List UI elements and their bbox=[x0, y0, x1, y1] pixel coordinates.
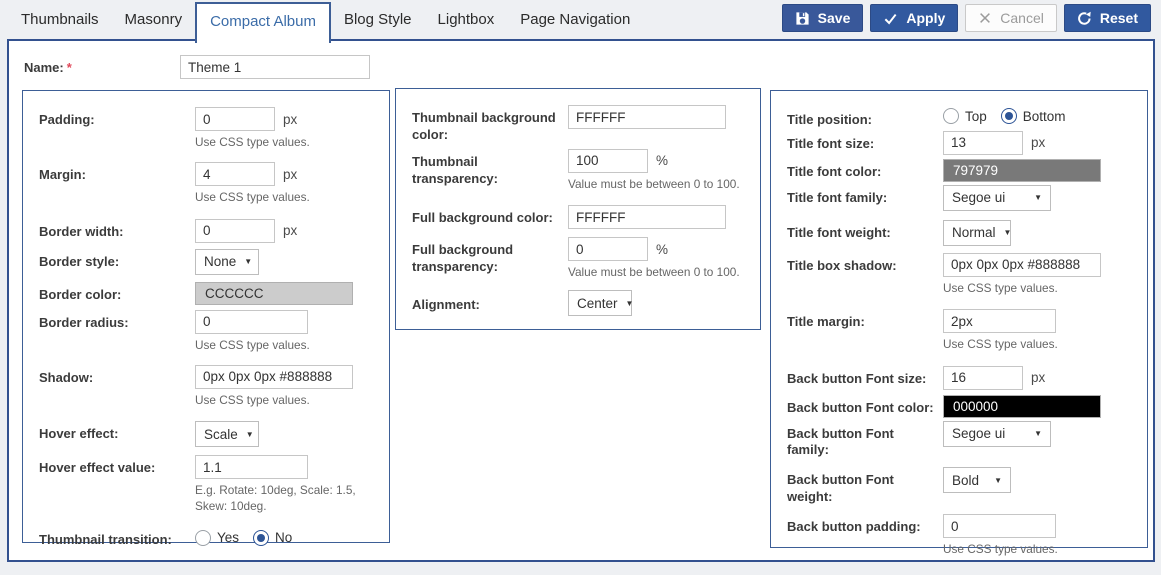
panel-title-style: Title position: Top Bottom Title font si… bbox=[770, 90, 1148, 548]
shadow-input[interactable] bbox=[195, 365, 353, 389]
title-box-shadow-input[interactable] bbox=[943, 253, 1101, 277]
title-font-size-input[interactable] bbox=[943, 131, 1023, 155]
back-font-color-swatch[interactable]: 000000 bbox=[943, 395, 1101, 418]
name-input[interactable] bbox=[180, 55, 370, 79]
save-icon bbox=[795, 11, 810, 26]
field-border-width: Border width: px bbox=[39, 219, 389, 243]
refresh-icon bbox=[1077, 11, 1092, 26]
full-bg-color-input[interactable] bbox=[568, 205, 726, 229]
chevron-down-icon: ▼ bbox=[626, 299, 634, 308]
thumb-transparency-input[interactable] bbox=[568, 149, 648, 173]
hover-effect-select[interactable]: Scale ▼ bbox=[195, 421, 259, 447]
margin-input[interactable] bbox=[195, 162, 275, 186]
transition-yes-radio[interactable] bbox=[195, 530, 211, 546]
chevron-down-icon: ▼ bbox=[1034, 193, 1042, 202]
field-back-font-family: Back button Font family: Segoe ui ▼ bbox=[787, 421, 1147, 460]
back-padding-input[interactable] bbox=[943, 514, 1056, 538]
field-back-padding: Back button padding: Use CSS type values… bbox=[787, 514, 1147, 557]
field-name: Name:* bbox=[9, 41, 1153, 79]
tab-compact-album[interactable]: Compact Album bbox=[195, 2, 331, 43]
name-label: Name: bbox=[24, 60, 64, 75]
apply-button[interactable]: Apply bbox=[870, 4, 958, 32]
field-border-radius: Border radius: Use CSS type values. bbox=[39, 310, 389, 353]
transition-no-radio[interactable] bbox=[253, 530, 269, 546]
field-hover-effect-value: Hover effect value: E.g. Rotate: 10deg, … bbox=[39, 455, 389, 514]
field-border-style: Border style: None ▼ bbox=[39, 249, 389, 275]
check-icon bbox=[883, 11, 898, 26]
field-thumb-transparency: Thumbnail transparency: % Value must be … bbox=[412, 149, 760, 192]
border-width-input[interactable] bbox=[195, 219, 275, 243]
border-color-swatch[interactable]: CCCCCC bbox=[195, 282, 353, 305]
tab-bar: Thumbnails Masonry Compact Album Blog St… bbox=[8, 0, 643, 41]
field-full-transparency: Full background transparency: % Value mu… bbox=[412, 237, 760, 280]
field-title-font-color: Title font color: 797979 bbox=[787, 159, 1147, 182]
tab-lightbox[interactable]: Lightbox bbox=[425, 0, 508, 41]
field-full-bg-color: Full background color: bbox=[412, 205, 760, 229]
padding-input[interactable] bbox=[195, 107, 275, 131]
border-radius-input[interactable] bbox=[195, 310, 308, 334]
field-title-font-family: Title font family: Segoe ui ▼ bbox=[787, 185, 1147, 211]
thumb-bg-color-input[interactable] bbox=[568, 105, 726, 129]
full-transparency-input[interactable] bbox=[568, 237, 648, 261]
back-font-family-select[interactable]: Segoe ui ▼ bbox=[943, 421, 1051, 447]
field-back-font-size: Back button Font size: px bbox=[787, 366, 1147, 390]
header-bar: Thumbnails Masonry Compact Album Blog St… bbox=[0, 0, 1161, 39]
field-shadow: Shadow: Use CSS type values. bbox=[39, 365, 389, 408]
field-back-font-weight: Back button Font weight: Bold ▼ bbox=[787, 467, 1147, 506]
field-padding: Padding: px Use CSS type values. bbox=[39, 107, 389, 150]
title-position-top-radio[interactable] bbox=[943, 108, 959, 124]
tab-blog-style[interactable]: Blog Style bbox=[331, 0, 425, 41]
field-thumb-bg-color: Thumbnail background color: bbox=[412, 105, 760, 144]
field-thumbnail-transition: Thumbnail transition: Yes No bbox=[39, 527, 389, 549]
field-back-font-color: Back button Font color: 000000 bbox=[787, 395, 1147, 418]
theme-settings-panel: Name:* Padding: px Use CSS type values. … bbox=[7, 39, 1155, 562]
tab-thumbnails[interactable]: Thumbnails bbox=[8, 0, 112, 41]
tab-page-navigation[interactable]: Page Navigation bbox=[507, 0, 643, 41]
field-border-color: Border color: CCCCCC bbox=[39, 282, 389, 305]
chevron-down-icon: ▼ bbox=[246, 430, 254, 439]
field-title-font-weight: Title font weight: Normal ▼ bbox=[787, 220, 1147, 246]
alignment-select[interactable]: Center ▼ bbox=[568, 290, 632, 316]
field-title-margin: Title margin: Use CSS type values. bbox=[787, 309, 1147, 352]
chevron-down-icon: ▼ bbox=[1034, 429, 1042, 438]
close-icon bbox=[978, 11, 992, 25]
title-font-color-swatch[interactable]: 797979 bbox=[943, 159, 1101, 182]
title-margin-input[interactable] bbox=[943, 309, 1056, 333]
reset-button[interactable]: Reset bbox=[1064, 4, 1151, 32]
field-title-position: Title position: Top Bottom bbox=[787, 107, 1147, 129]
cancel-button[interactable]: Cancel bbox=[965, 4, 1057, 32]
field-margin: Margin: px Use CSS type values. bbox=[39, 162, 389, 205]
field-hover-effect: Hover effect: Scale ▼ bbox=[39, 421, 389, 447]
border-style-select[interactable]: None ▼ bbox=[195, 249, 259, 275]
panel-background: Thumbnail background color: Thumbnail tr… bbox=[395, 88, 761, 330]
chevron-down-icon: ▼ bbox=[244, 257, 252, 266]
chevron-down-icon: ▼ bbox=[1004, 228, 1012, 237]
field-alignment: Alignment: Center ▼ bbox=[412, 290, 760, 316]
field-title-font-size: Title font size: px bbox=[787, 131, 1147, 155]
chevron-down-icon: ▼ bbox=[994, 476, 1002, 485]
toolbar: Save Apply Cancel Reset bbox=[782, 4, 1151, 32]
save-button[interactable]: Save bbox=[782, 4, 864, 32]
back-font-weight-select[interactable]: Bold ▼ bbox=[943, 467, 1011, 493]
tab-masonry[interactable]: Masonry bbox=[112, 0, 196, 41]
title-position-bottom-radio[interactable] bbox=[1001, 108, 1017, 124]
title-font-family-select[interactable]: Segoe ui ▼ bbox=[943, 185, 1051, 211]
required-asterisk: * bbox=[67, 60, 72, 75]
field-title-box-shadow: Title box shadow: Use CSS type values. bbox=[787, 253, 1147, 296]
back-font-size-input[interactable] bbox=[943, 366, 1023, 390]
title-font-weight-select[interactable]: Normal ▼ bbox=[943, 220, 1011, 246]
hover-effect-value-input[interactable] bbox=[195, 455, 308, 479]
panel-thumbnail-style: Padding: px Use CSS type values. Margin:… bbox=[22, 90, 390, 543]
